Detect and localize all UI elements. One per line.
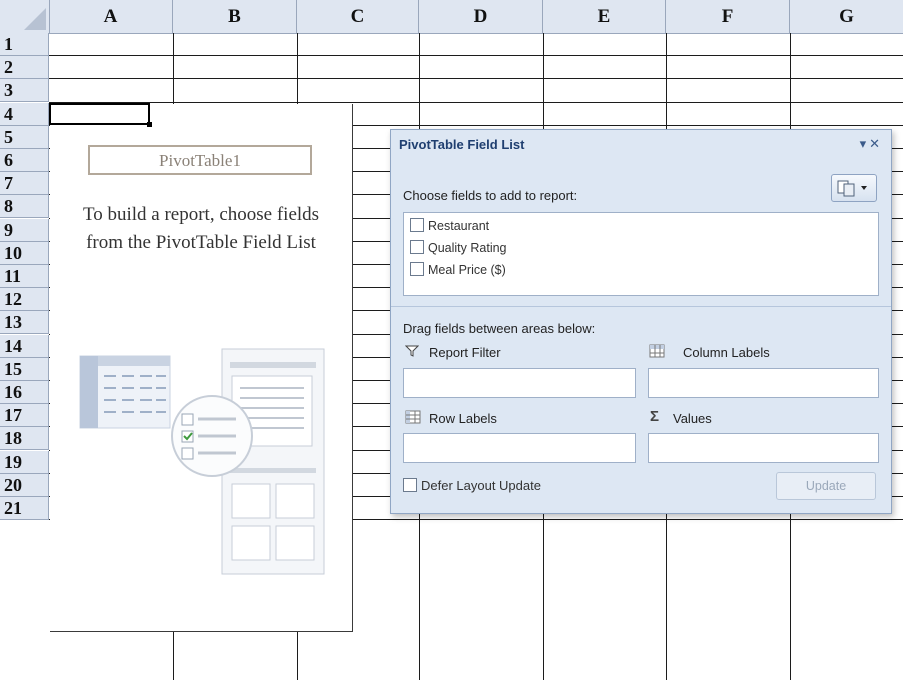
row-header-3[interactable]: 3 [0, 79, 49, 103]
row-gridline [49, 55, 903, 57]
instruction-line-1: To build a report, choose fields [82, 204, 320, 225]
defer-label: Defer Layout Update [421, 478, 541, 493]
report-filter-label: Report Filter [429, 345, 501, 360]
pivottable-placeholder[interactable]: PivotTable1 To build a report, choose fi… [50, 104, 353, 632]
report-filter-drop-area[interactable] [403, 368, 636, 398]
row-labels-label: Row Labels [429, 411, 497, 426]
row-header-15[interactable]: 15 [0, 357, 49, 381]
magnifier-checklist-icon [171, 395, 253, 477]
rows-grid-icon [405, 410, 421, 427]
mini-table-icon [79, 355, 171, 429]
row-header-1[interactable]: 1 [0, 33, 49, 56]
values-drop-area[interactable] [648, 433, 879, 463]
field-label: Restaurant [428, 219, 490, 233]
field-label: Quality Rating [428, 241, 507, 255]
row-header-13[interactable]: 13 [0, 311, 49, 335]
close-icon[interactable]: ✕ [869, 136, 883, 151]
spreadsheet: A B C D E F G 1 2 3 4 5 6 7 8 9 10 11 12 13 14 15 16 17 1… [0, 0, 903, 680]
row-header-10[interactable]: 10 [0, 241, 49, 265]
column-header-g[interactable]: G [790, 0, 903, 33]
column-header-a[interactable]: A [49, 0, 173, 33]
pane-separator [391, 306, 891, 307]
funnel-icon [404, 344, 420, 361]
field-quality-rating[interactable]: Quality Rating [410, 239, 507, 257]
pivottable-name: PivotTable1 [88, 145, 312, 175]
active-cell-a3[interactable] [49, 103, 152, 127]
row-header-12[interactable]: 12 [0, 288, 49, 312]
row-header-21[interactable]: 21 [0, 497, 49, 520]
row-header-5[interactable]: 5 [0, 125, 49, 149]
row-header-19[interactable]: 19 [0, 450, 49, 474]
row-header-18[interactable]: 18 [0, 427, 49, 451]
pane-controls: ▾✕ [860, 136, 883, 152]
pivottable-illustration-icon [79, 348, 325, 575]
pane-title: PivotTable Field List [399, 137, 525, 152]
choose-fields-label: Choose fields to add to report: [403, 188, 578, 203]
column-header-c[interactable]: C [297, 0, 419, 33]
row-header-16[interactable]: 16 [0, 381, 49, 404]
layout-dropdown-icon [837, 180, 867, 197]
pivottable-field-list-pane: PivotTable Field List ▾✕ Choose fields t… [390, 129, 892, 514]
field-list-layout-button[interactable] [831, 174, 877, 202]
column-labels-label: Column Labels [683, 345, 770, 360]
defer-checkbox[interactable] [403, 478, 417, 492]
column-header-d[interactable]: D [419, 0, 543, 33]
row-header-8[interactable]: 8 [0, 195, 49, 219]
grid-icon [649, 344, 665, 361]
row-header-7[interactable]: 7 [0, 172, 49, 196]
row-header-4[interactable]: 4 [0, 102, 49, 126]
row-header-20[interactable]: 20 [0, 473, 49, 497]
pivottable-instructions: To build a report, choose fields from th… [50, 201, 352, 257]
column-labels-drop-area[interactable] [648, 368, 879, 398]
row-header-2[interactable]: 2 [0, 56, 49, 80]
field-label: Meal Price ($) [428, 263, 506, 277]
field-restaurant[interactable]: Restaurant [410, 217, 489, 235]
column-header-f[interactable]: F [666, 0, 790, 33]
row-header-11[interactable]: 11 [0, 265, 49, 288]
row-header-14[interactable]: 14 [0, 334, 49, 358]
fill-handle[interactable] [147, 122, 152, 127]
row-labels-drop-area[interactable] [403, 433, 636, 463]
defer-layout-update[interactable]: Defer Layout Update [403, 477, 541, 495]
row-gridline [49, 101, 903, 103]
field-checkbox[interactable] [410, 262, 424, 276]
column-header-b[interactable]: B [173, 0, 297, 33]
field-meal-price[interactable]: Meal Price ($) [410, 261, 506, 279]
instruction-line-2: from the PivotTable Field List [86, 232, 316, 253]
field-checkbox[interactable] [410, 240, 424, 254]
field-checkbox[interactable] [410, 218, 424, 232]
row-header-6[interactable]: 6 [0, 149, 49, 172]
drag-fields-label: Drag fields between areas below: [403, 321, 596, 336]
row-header-17[interactable]: 17 [0, 404, 49, 428]
field-list-box: Restaurant Quality Rating Meal Price ($) [403, 212, 879, 296]
row-gridline [49, 78, 903, 80]
update-button[interactable]: Update [776, 472, 876, 500]
sigma-icon: Σ [650, 408, 660, 425]
select-all-corner[interactable] [0, 0, 50, 33]
values-label: Values [673, 411, 712, 426]
column-header-e[interactable]: E [543, 0, 666, 33]
row-header-9[interactable]: 9 [0, 218, 49, 242]
pane-menu-icon[interactable]: ▾ [860, 136, 870, 151]
